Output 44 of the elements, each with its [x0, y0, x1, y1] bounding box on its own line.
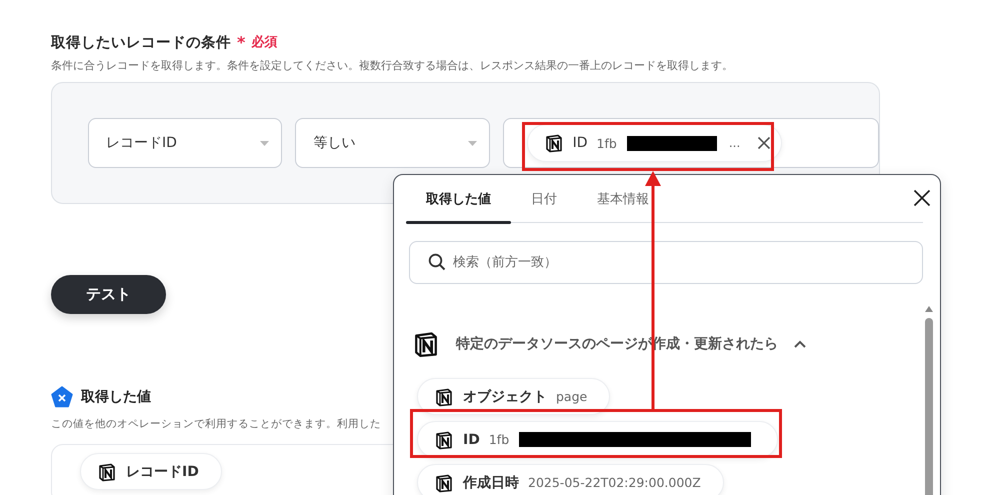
chip-value: 1fb: [596, 136, 617, 150]
value-chip[interactable]: 作成日時 2025-05-22T02:29:00.000Z: [417, 464, 724, 495]
section-description: この値を他のオペレーションで利用することができます。利用した: [51, 417, 382, 431]
cube-icon: [97, 462, 117, 482]
search-field[interactable]: 検索（前方一致）: [409, 241, 923, 284]
chip-label: ID: [572, 135, 588, 151]
scrollbar-thumb[interactable]: [925, 318, 933, 495]
cube-icon: [412, 330, 440, 358]
value-chip[interactable]: オブジェクト page: [417, 378, 610, 415]
section-description: 条件に合うレコードを取得します。条件を設定してください。複数行合致する場合は、レスポンス結果の一番上のレコードを取得します。: [51, 59, 734, 73]
value-chip[interactable]: ID 1fb ...: [526, 124, 782, 162]
value-chip[interactable]: レコードID: [80, 453, 222, 490]
search-icon: [428, 253, 446, 271]
tab[interactable]: 基本情報: [577, 175, 669, 222]
chip-value: 2025-05-22T02:29:00.000Z: [528, 475, 701, 490]
ellipsis: ...: [728, 136, 740, 150]
chip-value: page: [556, 389, 588, 404]
test-button[interactable]: テスト: [51, 275, 166, 314]
chip-label: レコードID: [126, 462, 199, 480]
cube-icon: [434, 472, 454, 492]
chip-value: 1fb: [488, 432, 510, 447]
section-title: 取得したいレコードの条件: [51, 34, 231, 52]
tab[interactable]: 取得した値: [406, 175, 511, 222]
value-field[interactable]: ID 1fb ...: [502, 118, 879, 168]
pentagon-x-icon: [51, 386, 73, 408]
tab[interactable]: 日付: [511, 175, 577, 222]
scroll-up-icon[interactable]: [925, 306, 933, 312]
section-title: 取得した値: [81, 388, 151, 406]
cube-icon: [434, 430, 454, 450]
select-field[interactable]: 等しい: [295, 118, 490, 168]
chip-label: ID: [463, 432, 480, 448]
cube-icon: [544, 133, 564, 153]
required-label: 必須: [251, 34, 278, 51]
dropdown-caret-icon: [260, 140, 270, 146]
required-mark: *: [237, 32, 246, 52]
cube-icon: [434, 386, 454, 406]
chip-label: オブジェクト: [463, 388, 547, 406]
chip-label: 作成日時: [463, 474, 519, 492]
close-icon[interactable]: [757, 136, 772, 150]
value-chip[interactable]: ID 1fb: [417, 421, 778, 458]
select-field[interactable]: レコードID: [88, 118, 282, 168]
collapse-caret-icon[interactable]: [794, 340, 806, 348]
dropdown-caret-icon: [468, 140, 477, 146]
close-icon[interactable]: [913, 189, 931, 207]
